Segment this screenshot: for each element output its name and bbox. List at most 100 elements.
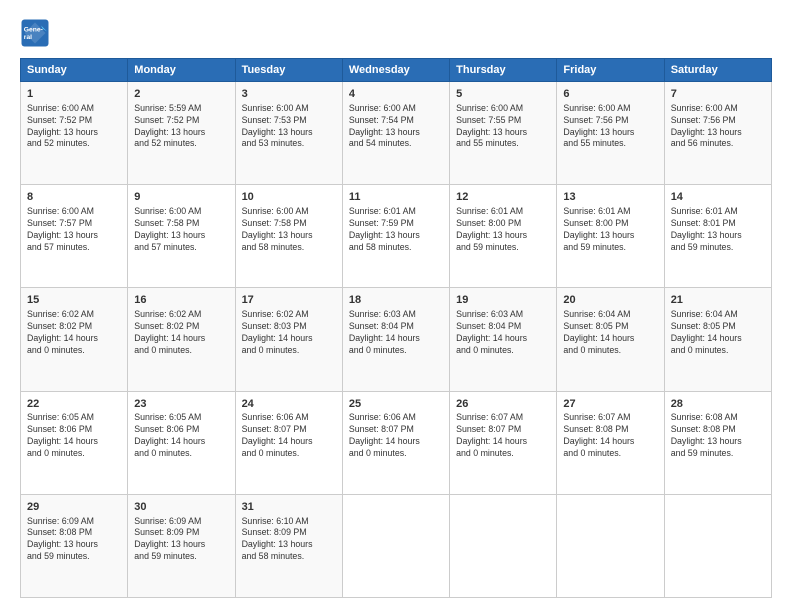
day-cell-18: 18Sunrise: 6:03 AMSunset: 8:04 PMDayligh… <box>342 288 449 391</box>
day-number: 26 <box>456 397 550 412</box>
day-cell-19: 19Sunrise: 6:03 AMSunset: 8:04 PMDayligh… <box>450 288 557 391</box>
day-info: Sunrise: 6:00 AMSunset: 7:58 PMDaylight:… <box>134 206 228 254</box>
day-info: Sunrise: 6:01 AMSunset: 7:59 PMDaylight:… <box>349 206 443 254</box>
day-number: 10 <box>242 190 336 205</box>
week-row-2: 8Sunrise: 6:00 AMSunset: 7:57 PMDaylight… <box>21 185 772 288</box>
day-info: Sunrise: 6:04 AMSunset: 8:05 PMDaylight:… <box>563 309 657 357</box>
day-number: 6 <box>563 87 657 102</box>
header: Gene- ral <box>20 18 772 48</box>
weekday-header-sunday: Sunday <box>21 59 128 82</box>
day-info: Sunrise: 6:06 AMSunset: 8:07 PMDaylight:… <box>349 412 443 460</box>
day-info: Sunrise: 6:00 AMSunset: 7:52 PMDaylight:… <box>27 103 121 151</box>
day-info: Sunrise: 6:10 AMSunset: 8:09 PMDaylight:… <box>242 516 336 564</box>
day-number: 14 <box>671 190 765 205</box>
day-number: 3 <box>242 87 336 102</box>
svg-text:Gene-: Gene- <box>24 27 43 34</box>
week-row-4: 22Sunrise: 6:05 AMSunset: 8:06 PMDayligh… <box>21 391 772 494</box>
day-info: Sunrise: 6:03 AMSunset: 8:04 PMDaylight:… <box>456 309 550 357</box>
day-number: 30 <box>134 500 228 515</box>
day-info: Sunrise: 6:01 AMSunset: 8:01 PMDaylight:… <box>671 206 765 254</box>
day-cell-21: 21Sunrise: 6:04 AMSunset: 8:05 PMDayligh… <box>664 288 771 391</box>
day-number: 21 <box>671 293 765 308</box>
day-info: Sunrise: 6:09 AMSunset: 8:08 PMDaylight:… <box>27 516 121 564</box>
day-number: 16 <box>134 293 228 308</box>
day-info: Sunrise: 6:07 AMSunset: 8:08 PMDaylight:… <box>563 412 657 460</box>
week-row-5: 29Sunrise: 6:09 AMSunset: 8:08 PMDayligh… <box>21 494 772 597</box>
day-cell-28: 28Sunrise: 6:08 AMSunset: 8:08 PMDayligh… <box>664 391 771 494</box>
day-info: Sunrise: 6:02 AMSunset: 8:02 PMDaylight:… <box>134 309 228 357</box>
day-number: 23 <box>134 397 228 412</box>
day-info: Sunrise: 6:01 AMSunset: 8:00 PMDaylight:… <box>456 206 550 254</box>
day-info: Sunrise: 6:00 AMSunset: 7:53 PMDaylight:… <box>242 103 336 151</box>
day-number: 9 <box>134 190 228 205</box>
week-row-1: 1Sunrise: 6:00 AMSunset: 7:52 PMDaylight… <box>21 82 772 185</box>
day-cell-20: 20Sunrise: 6:04 AMSunset: 8:05 PMDayligh… <box>557 288 664 391</box>
day-info: Sunrise: 6:00 AMSunset: 7:56 PMDaylight:… <box>563 103 657 151</box>
day-cell-16: 16Sunrise: 6:02 AMSunset: 8:02 PMDayligh… <box>128 288 235 391</box>
day-number: 19 <box>456 293 550 308</box>
day-cell-27: 27Sunrise: 6:07 AMSunset: 8:08 PMDayligh… <box>557 391 664 494</box>
weekday-header-friday: Friday <box>557 59 664 82</box>
day-info: Sunrise: 6:00 AMSunset: 7:54 PMDaylight:… <box>349 103 443 151</box>
weekday-header-monday: Monday <box>128 59 235 82</box>
day-number: 18 <box>349 293 443 308</box>
day-cell-8: 8Sunrise: 6:00 AMSunset: 7:57 PMDaylight… <box>21 185 128 288</box>
empty-cell <box>664 494 771 597</box>
day-cell-10: 10Sunrise: 6:00 AMSunset: 7:58 PMDayligh… <box>235 185 342 288</box>
day-number: 25 <box>349 397 443 412</box>
day-number: 4 <box>349 87 443 102</box>
empty-cell <box>557 494 664 597</box>
day-info: Sunrise: 6:01 AMSunset: 8:00 PMDaylight:… <box>563 206 657 254</box>
day-cell-11: 11Sunrise: 6:01 AMSunset: 7:59 PMDayligh… <box>342 185 449 288</box>
day-cell-7: 7Sunrise: 6:00 AMSunset: 7:56 PMDaylight… <box>664 82 771 185</box>
day-number: 17 <box>242 293 336 308</box>
day-info: Sunrise: 5:59 AMSunset: 7:52 PMDaylight:… <box>134 103 228 151</box>
day-info: Sunrise: 6:02 AMSunset: 8:02 PMDaylight:… <box>27 309 121 357</box>
day-number: 31 <box>242 500 336 515</box>
day-cell-17: 17Sunrise: 6:02 AMSunset: 8:03 PMDayligh… <box>235 288 342 391</box>
day-cell-31: 31Sunrise: 6:10 AMSunset: 8:09 PMDayligh… <box>235 494 342 597</box>
day-number: 28 <box>671 397 765 412</box>
week-row-3: 15Sunrise: 6:02 AMSunset: 8:02 PMDayligh… <box>21 288 772 391</box>
day-number: 22 <box>27 397 121 412</box>
day-cell-26: 26Sunrise: 6:07 AMSunset: 8:07 PMDayligh… <box>450 391 557 494</box>
day-cell-14: 14Sunrise: 6:01 AMSunset: 8:01 PMDayligh… <box>664 185 771 288</box>
day-cell-3: 3Sunrise: 6:00 AMSunset: 7:53 PMDaylight… <box>235 82 342 185</box>
day-info: Sunrise: 6:00 AMSunset: 7:58 PMDaylight:… <box>242 206 336 254</box>
day-info: Sunrise: 6:04 AMSunset: 8:05 PMDaylight:… <box>671 309 765 357</box>
day-cell-6: 6Sunrise: 6:00 AMSunset: 7:56 PMDaylight… <box>557 82 664 185</box>
day-number: 27 <box>563 397 657 412</box>
day-number: 20 <box>563 293 657 308</box>
weekday-header-thursday: Thursday <box>450 59 557 82</box>
day-number: 8 <box>27 190 121 205</box>
day-cell-25: 25Sunrise: 6:06 AMSunset: 8:07 PMDayligh… <box>342 391 449 494</box>
day-number: 24 <box>242 397 336 412</box>
day-info: Sunrise: 6:00 AMSunset: 7:57 PMDaylight:… <box>27 206 121 254</box>
empty-cell <box>450 494 557 597</box>
weekday-header-saturday: Saturday <box>664 59 771 82</box>
day-number: 7 <box>671 87 765 102</box>
logo: Gene- ral <box>20 18 54 48</box>
day-cell-4: 4Sunrise: 6:00 AMSunset: 7:54 PMDaylight… <box>342 82 449 185</box>
calendar: SundayMondayTuesdayWednesdayThursdayFrid… <box>20 58 772 598</box>
day-number: 2 <box>134 87 228 102</box>
day-cell-24: 24Sunrise: 6:06 AMSunset: 8:07 PMDayligh… <box>235 391 342 494</box>
svg-text:ral: ral <box>24 34 32 41</box>
day-number: 1 <box>27 87 121 102</box>
day-number: 13 <box>563 190 657 205</box>
day-cell-30: 30Sunrise: 6:09 AMSunset: 8:09 PMDayligh… <box>128 494 235 597</box>
day-info: Sunrise: 6:03 AMSunset: 8:04 PMDaylight:… <box>349 309 443 357</box>
weekday-header-row: SundayMondayTuesdayWednesdayThursdayFrid… <box>21 59 772 82</box>
day-number: 12 <box>456 190 550 205</box>
day-info: Sunrise: 6:02 AMSunset: 8:03 PMDaylight:… <box>242 309 336 357</box>
day-info: Sunrise: 6:08 AMSunset: 8:08 PMDaylight:… <box>671 412 765 460</box>
day-number: 11 <box>349 190 443 205</box>
day-cell-2: 2Sunrise: 5:59 AMSunset: 7:52 PMDaylight… <box>128 82 235 185</box>
day-number: 15 <box>27 293 121 308</box>
weekday-header-tuesday: Tuesday <box>235 59 342 82</box>
day-number: 5 <box>456 87 550 102</box>
day-info: Sunrise: 6:06 AMSunset: 8:07 PMDaylight:… <box>242 412 336 460</box>
day-info: Sunrise: 6:00 AMSunset: 7:56 PMDaylight:… <box>671 103 765 151</box>
day-cell-5: 5Sunrise: 6:00 AMSunset: 7:55 PMDaylight… <box>450 82 557 185</box>
day-info: Sunrise: 6:05 AMSunset: 8:06 PMDaylight:… <box>27 412 121 460</box>
